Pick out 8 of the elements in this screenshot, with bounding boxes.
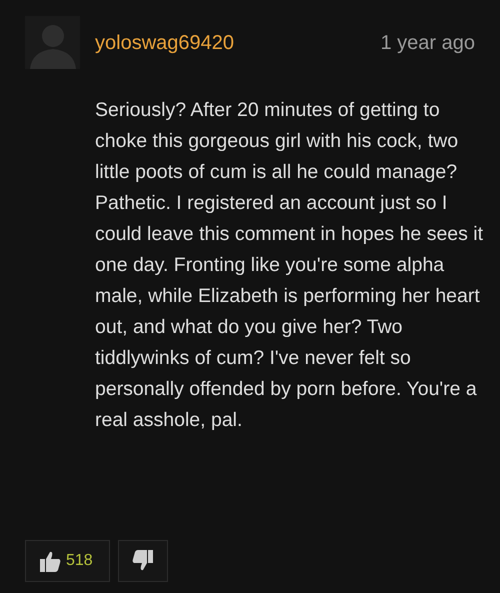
- dislike-button[interactable]: [118, 540, 168, 582]
- comment-text: Seriously? After 20 minutes of getting to choke this gorgeous girl with his cock, two little poots of cum is all he could manage? Pathetic. I registered an account just so I could leave this comment in hopes he sees it one day. Fronting like you're some alpha male, while Elizabeth is performing her heart out, and what do you give her? Two tiddlywinks of cum? I've never felt so personally offended by porn before. You're a real asshole, pal.: [95, 98, 484, 433]
- timestamp: 1 year ago: [380, 30, 475, 56]
- thumbs-down-icon: [131, 549, 155, 573]
- like-button[interactable]: 518: [25, 540, 110, 582]
- thumbs-up-icon: [38, 549, 62, 573]
- username-link[interactable]: yoloswag69420: [95, 28, 234, 58]
- avatar-icon: [25, 16, 80, 69]
